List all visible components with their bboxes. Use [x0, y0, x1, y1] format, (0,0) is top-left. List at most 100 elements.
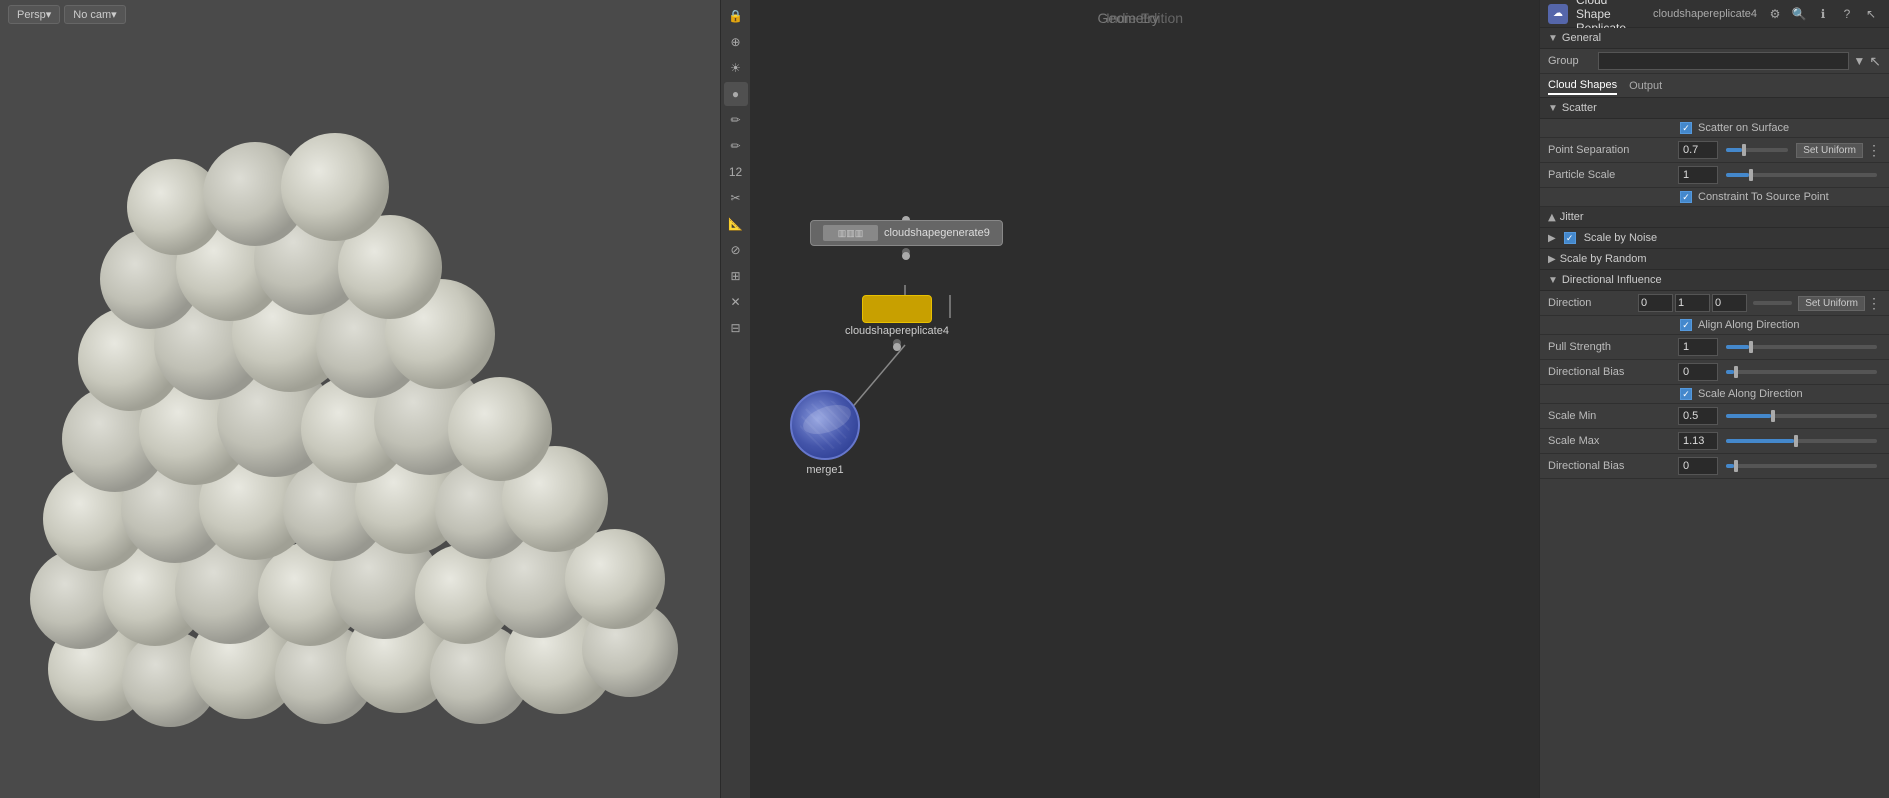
- panel-header: ☁ Cloud Shape Replicate cloudshapereplic…: [1540, 0, 1889, 28]
- point-sep-expand[interactable]: ⋮: [1867, 142, 1881, 159]
- particle-scale-value: [1678, 166, 1881, 184]
- scatter-surface-label: Scatter on Surface: [1698, 122, 1789, 134]
- align-direction-row: ✓ Align Along Direction: [1540, 316, 1889, 335]
- search-icon[interactable]: 🔍: [1789, 4, 1809, 24]
- cross-icon[interactable]: ✕: [724, 290, 748, 314]
- group-label: Group: [1548, 55, 1598, 67]
- direction-uniform-btn[interactable]: Set Uniform: [1798, 296, 1865, 311]
- direction-y-input[interactable]: [1675, 294, 1710, 312]
- merge-circle[interactable]: [790, 390, 860, 460]
- direction-label: Direction: [1548, 297, 1638, 309]
- scale-noise-label: Scale by Noise: [1584, 232, 1657, 244]
- direction-z-input[interactable]: [1712, 294, 1747, 312]
- viewport[interactable]: Persp▾ No cam▾: [0, 0, 750, 798]
- directional-arrow: ▼: [1548, 275, 1558, 286]
- merge-label: merge1: [806, 464, 843, 476]
- perspective-button[interactable]: Persp▾: [8, 5, 60, 24]
- scale-random-section-header[interactable]: ▶ Scale by Random: [1540, 249, 1889, 270]
- general-section-header[interactable]: ▼ General: [1540, 28, 1889, 49]
- panel-node-name: cloudshapereplicate4: [1653, 8, 1757, 20]
- point-separation-slider[interactable]: [1726, 148, 1788, 152]
- dir-bias2-label: Directional Bias: [1548, 460, 1678, 472]
- scale-random-label: Scale by Random: [1560, 253, 1647, 265]
- generate-bottom-connector[interactable]: [902, 252, 910, 260]
- point-separation-input[interactable]: [1678, 141, 1718, 159]
- scale-random-arrow: ▶: [1548, 254, 1556, 265]
- particle-scale-input[interactable]: [1678, 166, 1718, 184]
- ruler-icon[interactable]: ⊘: [724, 238, 748, 262]
- merge-node[interactable]: merge1: [790, 390, 860, 476]
- directional-section-header[interactable]: ▼ Directional Influence: [1540, 270, 1889, 291]
- camera-button[interactable]: No cam▾: [64, 5, 125, 24]
- sphere-icon[interactable]: ●: [724, 82, 748, 106]
- scale-min-input[interactable]: [1678, 407, 1718, 425]
- expand-icon[interactable]: ⊕: [724, 30, 748, 54]
- tab-cloud-shapes[interactable]: Cloud Shapes: [1548, 77, 1617, 95]
- scale-noise-section-header[interactable]: ▶ ✓ Scale by Noise: [1540, 228, 1889, 249]
- generate-node-box[interactable]: ▥▥▥ cloudshapegenerate9: [810, 220, 1003, 246]
- scatter-label: Scatter: [1562, 102, 1597, 114]
- pull-strength-row: Pull Strength: [1540, 335, 1889, 360]
- dir-bias-slider[interactable]: [1726, 370, 1877, 374]
- scale-min-label: Scale Min: [1548, 410, 1678, 422]
- map2-icon[interactable]: ⊟: [724, 316, 748, 340]
- jitter-section-header[interactable]: ▶ Jitter: [1540, 207, 1889, 228]
- panel-header-icon: ☁: [1548, 4, 1568, 24]
- dir-bias2-input[interactable]: [1678, 457, 1718, 475]
- scale-max-slider[interactable]: [1726, 439, 1877, 443]
- jitter-arrow: ▶: [1546, 213, 1557, 221]
- point-separation-value: Set Uniform ⋮: [1678, 141, 1881, 159]
- replicate-node-box[interactable]: [862, 295, 932, 323]
- dir-bias-input[interactable]: [1678, 363, 1718, 381]
- scale-max-value: [1678, 432, 1881, 450]
- settings-icon[interactable]: ⚙: [1765, 4, 1785, 24]
- pull-strength-slider[interactable]: [1726, 345, 1877, 349]
- dir-bias-row: Directional Bias: [1540, 360, 1889, 385]
- cursor-icon[interactable]: ↖: [1861, 4, 1881, 24]
- scale-max-input[interactable]: [1678, 432, 1718, 450]
- group-cursor[interactable]: ↖: [1869, 53, 1881, 70]
- direction-x-input[interactable]: [1638, 294, 1673, 312]
- replicate-label: cloudshapereplicate4: [845, 325, 949, 337]
- scale-direction-checkbox[interactable]: ✓: [1680, 388, 1692, 400]
- tab-output[interactable]: Output: [1629, 78, 1662, 94]
- dir-bias2-slider[interactable]: [1726, 464, 1877, 468]
- connections-svg: [750, 0, 1539, 798]
- scale-min-slider[interactable]: [1726, 414, 1877, 418]
- align-direction-checkbox[interactable]: ✓: [1680, 319, 1692, 331]
- measure-icon[interactable]: 📐: [724, 212, 748, 236]
- generate-node[interactable]: ▥▥▥ cloudshapegenerate9: [810, 220, 1003, 256]
- map-icon[interactable]: ⊞: [724, 264, 748, 288]
- sun-icon[interactable]: ☀: [724, 56, 748, 80]
- constraint-checkbox[interactable]: ✓: [1680, 191, 1692, 203]
- general-arrow: ▼: [1548, 33, 1558, 44]
- align-direction-label: Align Along Direction: [1698, 319, 1800, 331]
- scissors-icon[interactable]: ✂: [724, 186, 748, 210]
- number-icon[interactable]: 12: [724, 160, 748, 184]
- dir-bias2-value: [1678, 457, 1881, 475]
- group-input[interactable]: [1598, 52, 1849, 70]
- particle-scale-slider[interactable]: [1726, 173, 1877, 177]
- node-editor[interactable]: Indie Edition Geometry ▥▥▥ cloudshapegen…: [750, 0, 1539, 798]
- group-dropdown-arrow[interactable]: ▼: [1853, 54, 1865, 68]
- scale-noise-checkbox[interactable]: ✓: [1564, 232, 1576, 244]
- help-icon[interactable]: ?: [1837, 4, 1857, 24]
- point-separation-label: Point Separation: [1548, 144, 1678, 156]
- general-label: General: [1562, 32, 1601, 44]
- scatter-section-header[interactable]: ▼ Scatter: [1540, 98, 1889, 119]
- scatter-arrow: ▼: [1548, 103, 1558, 114]
- pencil-icon[interactable]: ✏: [724, 108, 748, 132]
- replicate-node[interactable]: cloudshapereplicate4: [845, 295, 949, 347]
- scatter-surface-row: ✓ Scatter on Surface: [1540, 119, 1889, 138]
- pull-strength-input[interactable]: [1678, 338, 1718, 356]
- constraint-label: Constraint To Source Point: [1698, 191, 1829, 203]
- direction-expand[interactable]: ⋮: [1867, 295, 1881, 312]
- info-icon[interactable]: ℹ: [1813, 4, 1833, 24]
- constraint-row: ✓ Constraint To Source Point: [1540, 188, 1889, 207]
- scatter-surface-checkbox[interactable]: ✓: [1680, 122, 1692, 134]
- direction-slider[interactable]: [1753, 301, 1792, 305]
- scale-max-row: Scale Max: [1540, 429, 1889, 454]
- replicate-bottom-connector[interactable]: [893, 343, 901, 351]
- point-sep-uniform-btn[interactable]: Set Uniform: [1796, 143, 1863, 158]
- pencil2-icon[interactable]: ✏: [724, 134, 748, 158]
